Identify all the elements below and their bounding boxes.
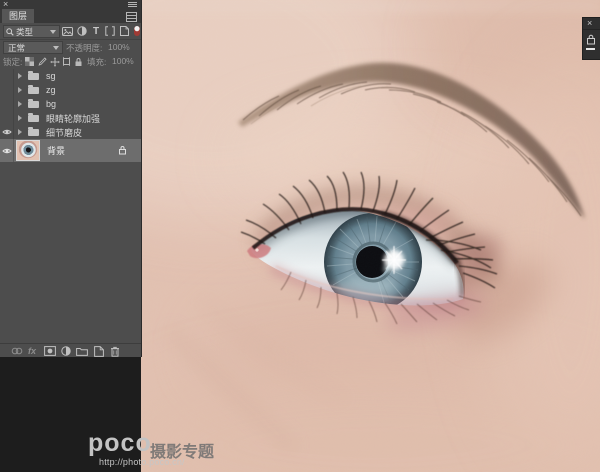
layer-group-name: sg (46, 71, 56, 81)
new-layer-icon[interactable] (93, 345, 105, 357)
chevron-down-icon (50, 30, 56, 34)
floating-panel-tool-icon[interactable] (586, 34, 596, 45)
chevron-right-icon[interactable] (18, 129, 22, 135)
layer-group-name: bg (46, 99, 56, 109)
folder-icon (28, 73, 39, 80)
visibility-well[interactable] (0, 83, 14, 97)
visibility-well[interactable] (0, 69, 14, 83)
background-layer-row[interactable]: 背景 (0, 139, 141, 162)
layer-group-name: 眼睛轮廓加强 (46, 112, 100, 125)
layer-group-row[interactable]: 眼睛轮廓加强 (0, 111, 141, 125)
blend-mode-value: 正常 (8, 42, 25, 54)
opacity-value[interactable]: 100% (108, 42, 130, 52)
blend-mode-dropdown[interactable]: 正常 (3, 41, 63, 54)
layers-panel-toolbar: fx (0, 343, 141, 358)
opacity-label: 不透明度: (66, 42, 102, 54)
search-icon (6, 28, 14, 36)
background-layer-name: 背景 (47, 144, 65, 157)
folder-icon (28, 87, 39, 94)
lock-all-icon[interactable] (73, 56, 84, 67)
divider (583, 29, 600, 30)
eye-photo-illustration (141, 0, 600, 472)
lock-label: 锁定: (3, 56, 22, 68)
filter-adjustment-icon[interactable] (76, 25, 88, 37)
filter-type-dropdown[interactable]: 类型 (3, 25, 60, 38)
visibility-eye-icon[interactable] (0, 139, 14, 162)
chevron-right-icon[interactable] (18, 115, 22, 121)
layer-group-name: 细节磨皮 (46, 126, 82, 139)
filter-type-text-icon[interactable]: T (90, 25, 102, 37)
layer-group-row[interactable]: 细节磨皮 (0, 125, 141, 139)
delete-layer-icon[interactable] (109, 345, 121, 357)
fill-value[interactable]: 100% (112, 56, 134, 66)
layer-group-name: zg (46, 85, 56, 95)
chevron-down-icon (53, 46, 59, 50)
watermark-brand: poco (88, 431, 152, 456)
tab-layers[interactable]: 图层 (2, 9, 34, 23)
layer-group-row[interactable]: bg (0, 97, 141, 111)
layer-thumbnail[interactable] (16, 140, 40, 161)
panel-menu-icon[interactable] (126, 12, 137, 22)
filter-toggle-icon[interactable] (131, 25, 143, 37)
panel-top-strip: × (0, 0, 141, 9)
layer-filter-row: 类型 T (0, 23, 141, 40)
lock-artboard-icon[interactable] (61, 56, 72, 67)
chevron-right-icon[interactable] (18, 101, 22, 107)
folder-icon (28, 115, 39, 122)
folder-icon (28, 101, 39, 108)
adjustment-layer-icon[interactable] (60, 345, 72, 357)
filter-pixel-icon[interactable] (61, 25, 73, 37)
new-group-icon[interactable] (76, 345, 88, 357)
filter-type-label: 类型 (16, 26, 33, 38)
filter-smartobject-icon[interactable] (118, 25, 130, 37)
fill-label: 填充: (87, 56, 106, 68)
layer-list: sg zg bg 眼睛轮廓加强 细节磨皮 (0, 69, 141, 162)
floating-panel-underline (586, 48, 595, 50)
watermark-url: http://photo.poco.cn/ (99, 457, 185, 467)
lock-position-icon[interactable] (49, 56, 60, 67)
chevron-right-icon[interactable] (18, 87, 22, 93)
add-mask-icon[interactable] (44, 345, 56, 357)
visibility-well[interactable] (0, 97, 14, 111)
lock-image-icon[interactable] (37, 56, 48, 67)
layer-group-row[interactable]: sg (0, 69, 141, 83)
panel-tab-bar: 图层 (0, 9, 141, 23)
folder-icon (28, 129, 39, 136)
layer-style-fx-icon[interactable]: fx (26, 345, 38, 357)
visibility-eye-icon[interactable] (0, 125, 14, 139)
link-layers-icon[interactable] (11, 345, 23, 357)
layer-lock-icon[interactable] (118, 145, 127, 155)
blend-mode-row: 正常 不透明度: 100% (0, 40, 141, 54)
chevron-right-icon[interactable] (18, 73, 22, 79)
floating-panel-fragment: × (582, 17, 600, 60)
visibility-well[interactable] (0, 111, 14, 125)
layers-panel: × 图层 类型 T (0, 0, 142, 357)
eye-photo-canvas (141, 0, 600, 472)
filter-shape-icon[interactable] (104, 25, 116, 37)
lock-row: 锁定: 填充: 100% (0, 54, 141, 68)
floating-panel-close-icon[interactable]: × (587, 18, 592, 28)
layer-group-row[interactable]: zg (0, 83, 141, 97)
panel-collapse-icon[interactable] (128, 2, 137, 7)
lock-transparent-icon[interactable] (24, 56, 35, 67)
panel-close-icon[interactable]: × (3, 0, 8, 8)
